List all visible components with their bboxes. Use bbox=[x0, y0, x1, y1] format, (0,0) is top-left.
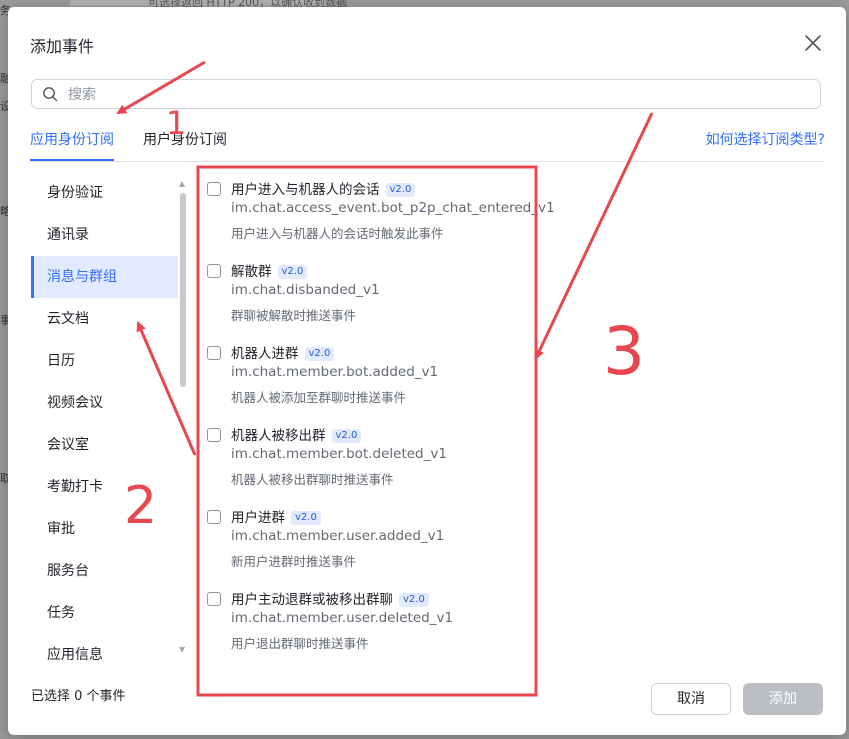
version-badge: v2.0 bbox=[277, 265, 308, 279]
list-item: 用户进群 v2.0 im.chat.member.user.added_v1 新用… bbox=[198, 506, 538, 569]
sidebar-item-tasks[interactable]: 任务 bbox=[31, 592, 178, 634]
event-checkbox[interactable] bbox=[207, 346, 221, 360]
event-category-sidebar: 身份验证 通讯录 消息与群组 云文档 日历 视频会议 会议室 考勤打卡 审批 服… bbox=[31, 172, 178, 662]
dialog-title: 添加事件 bbox=[30, 37, 95, 56]
event-key: im.chat.member.bot.added_v1 bbox=[231, 364, 439, 380]
event-description: 用户进入与机器人的会话时触发此事件 bbox=[231, 226, 444, 241]
sidebar-item-app-info[interactable]: 应用信息 bbox=[31, 634, 178, 662]
sidebar-item-approval[interactable]: 审批 bbox=[31, 508, 178, 550]
tab-app-subscription[interactable]: 应用身份订阅 bbox=[30, 129, 114, 161]
event-name: 机器人被移出群 v2.0 bbox=[231, 424, 362, 444]
event-description: 机器人被移出群聊时推送事件 bbox=[231, 472, 394, 487]
add-event-dialog: 添加事件 应用身份订阅 用户身份订阅 如何选择订阅类型? 身份验证 通讯录 消息… bbox=[8, 7, 846, 735]
event-key: im.chat.access_event.bot_p2p_chat_entere… bbox=[231, 200, 555, 216]
search-box bbox=[31, 79, 821, 110]
sidebar-item-attendance[interactable]: 考勤打卡 bbox=[31, 466, 178, 508]
version-badge: v2.0 bbox=[385, 183, 416, 197]
subscription-tabs: 应用身份订阅 用户身份订阅 如何选择订阅类型? bbox=[30, 125, 825, 162]
search-icon bbox=[43, 87, 58, 102]
sidebar-item-helpdesk[interactable]: 服务台 bbox=[31, 550, 178, 592]
list-item: 用户进入与机器人的会话 v2.0 im.chat.access_event.bot… bbox=[198, 178, 555, 241]
list-item: 机器人被移出群 v2.0 im.chat.member.bot.deleted_v… bbox=[198, 424, 538, 487]
event-description: 群聊被解散时推送事件 bbox=[231, 308, 357, 323]
version-badge: v2.0 bbox=[304, 347, 335, 361]
event-key: im.chat.member.user.deleted_v1 bbox=[231, 610, 454, 626]
event-description: 用户退出群聊时推送事件 bbox=[231, 636, 369, 651]
event-name: 用户主动退群或被移出群聊 v2.0 bbox=[231, 588, 429, 608]
close-icon bbox=[805, 35, 821, 51]
sidebar-item-calendar[interactable]: 日历 bbox=[31, 340, 178, 382]
sidebar-item-auth[interactable]: 身份验证 bbox=[31, 172, 178, 214]
close-button[interactable] bbox=[803, 33, 823, 53]
event-name: 用户进群 v2.0 bbox=[231, 506, 321, 526]
event-checkbox[interactable] bbox=[207, 428, 221, 442]
event-checkbox[interactable] bbox=[207, 510, 221, 524]
add-button[interactable]: 添加 bbox=[743, 683, 823, 715]
sidebar-item-video-meeting[interactable]: 视频会议 bbox=[31, 382, 178, 424]
event-name: 机器人进群 v2.0 bbox=[231, 342, 335, 362]
version-badge: v2.0 bbox=[291, 511, 321, 525]
event-key: im.chat.member.bot.deleted_v1 bbox=[231, 446, 447, 462]
event-key: im.chat.member.user.added_v1 bbox=[231, 528, 445, 544]
version-badge: v2.0 bbox=[399, 593, 429, 607]
list-item: 用户主动退群或被移出群聊 v2.0 im.chat.member.user.del… bbox=[198, 588, 538, 651]
search-input[interactable] bbox=[66, 80, 810, 110]
sidebar-item-contacts[interactable]: 通讯录 bbox=[31, 214, 178, 256]
sidebar-scrollbar[interactable]: ▲ ▼ bbox=[178, 179, 188, 657]
event-description: 新用户进群时推送事件 bbox=[231, 554, 357, 569]
selected-event-count: 已选择 0 个事件 bbox=[31, 689, 126, 704]
event-key: im.chat.disbanded_v1 bbox=[231, 282, 380, 298]
event-checkbox[interactable] bbox=[207, 264, 221, 278]
scroll-up-icon[interactable]: ▲ bbox=[179, 179, 185, 188]
background-top-bar: 可选择返回 HTTP 200，以确认收到数据 bbox=[70, 0, 347, 9]
scroll-down-icon[interactable]: ▼ bbox=[179, 645, 185, 654]
tab-user-subscription[interactable]: 用户身份订阅 bbox=[143, 129, 227, 149]
cancel-button[interactable]: 取消 bbox=[651, 683, 731, 715]
event-name: 用户进入与机器人的会话 v2.0 bbox=[231, 178, 416, 198]
subscription-type-help-link[interactable]: 如何选择订阅类型? bbox=[706, 129, 825, 149]
list-item: 解散群 v2.0 im.chat.disbanded_v1 群聊被解散时推送事件 bbox=[198, 260, 538, 323]
sidebar-item-messages-groups[interactable]: 消息与群组 bbox=[31, 256, 178, 298]
event-checkbox[interactable] bbox=[207, 182, 221, 196]
sidebar-item-meeting-room[interactable]: 会议室 bbox=[31, 424, 178, 466]
sidebar-item-docs[interactable]: 云文档 bbox=[31, 298, 178, 340]
event-checkbox[interactable] bbox=[207, 592, 221, 606]
event-list: 用户进入与机器人的会话 v2.0 im.chat.access_event.bot… bbox=[198, 167, 555, 697]
scrollbar-thumb[interactable] bbox=[180, 193, 186, 387]
list-item: 机器人进群 v2.0 im.chat.member.bot.added_v1 机器… bbox=[198, 342, 538, 405]
version-badge: v2.0 bbox=[331, 429, 362, 443]
event-name: 解散群 v2.0 bbox=[231, 260, 308, 280]
event-description: 机器人被添加至群聊时推送事件 bbox=[231, 390, 407, 405]
